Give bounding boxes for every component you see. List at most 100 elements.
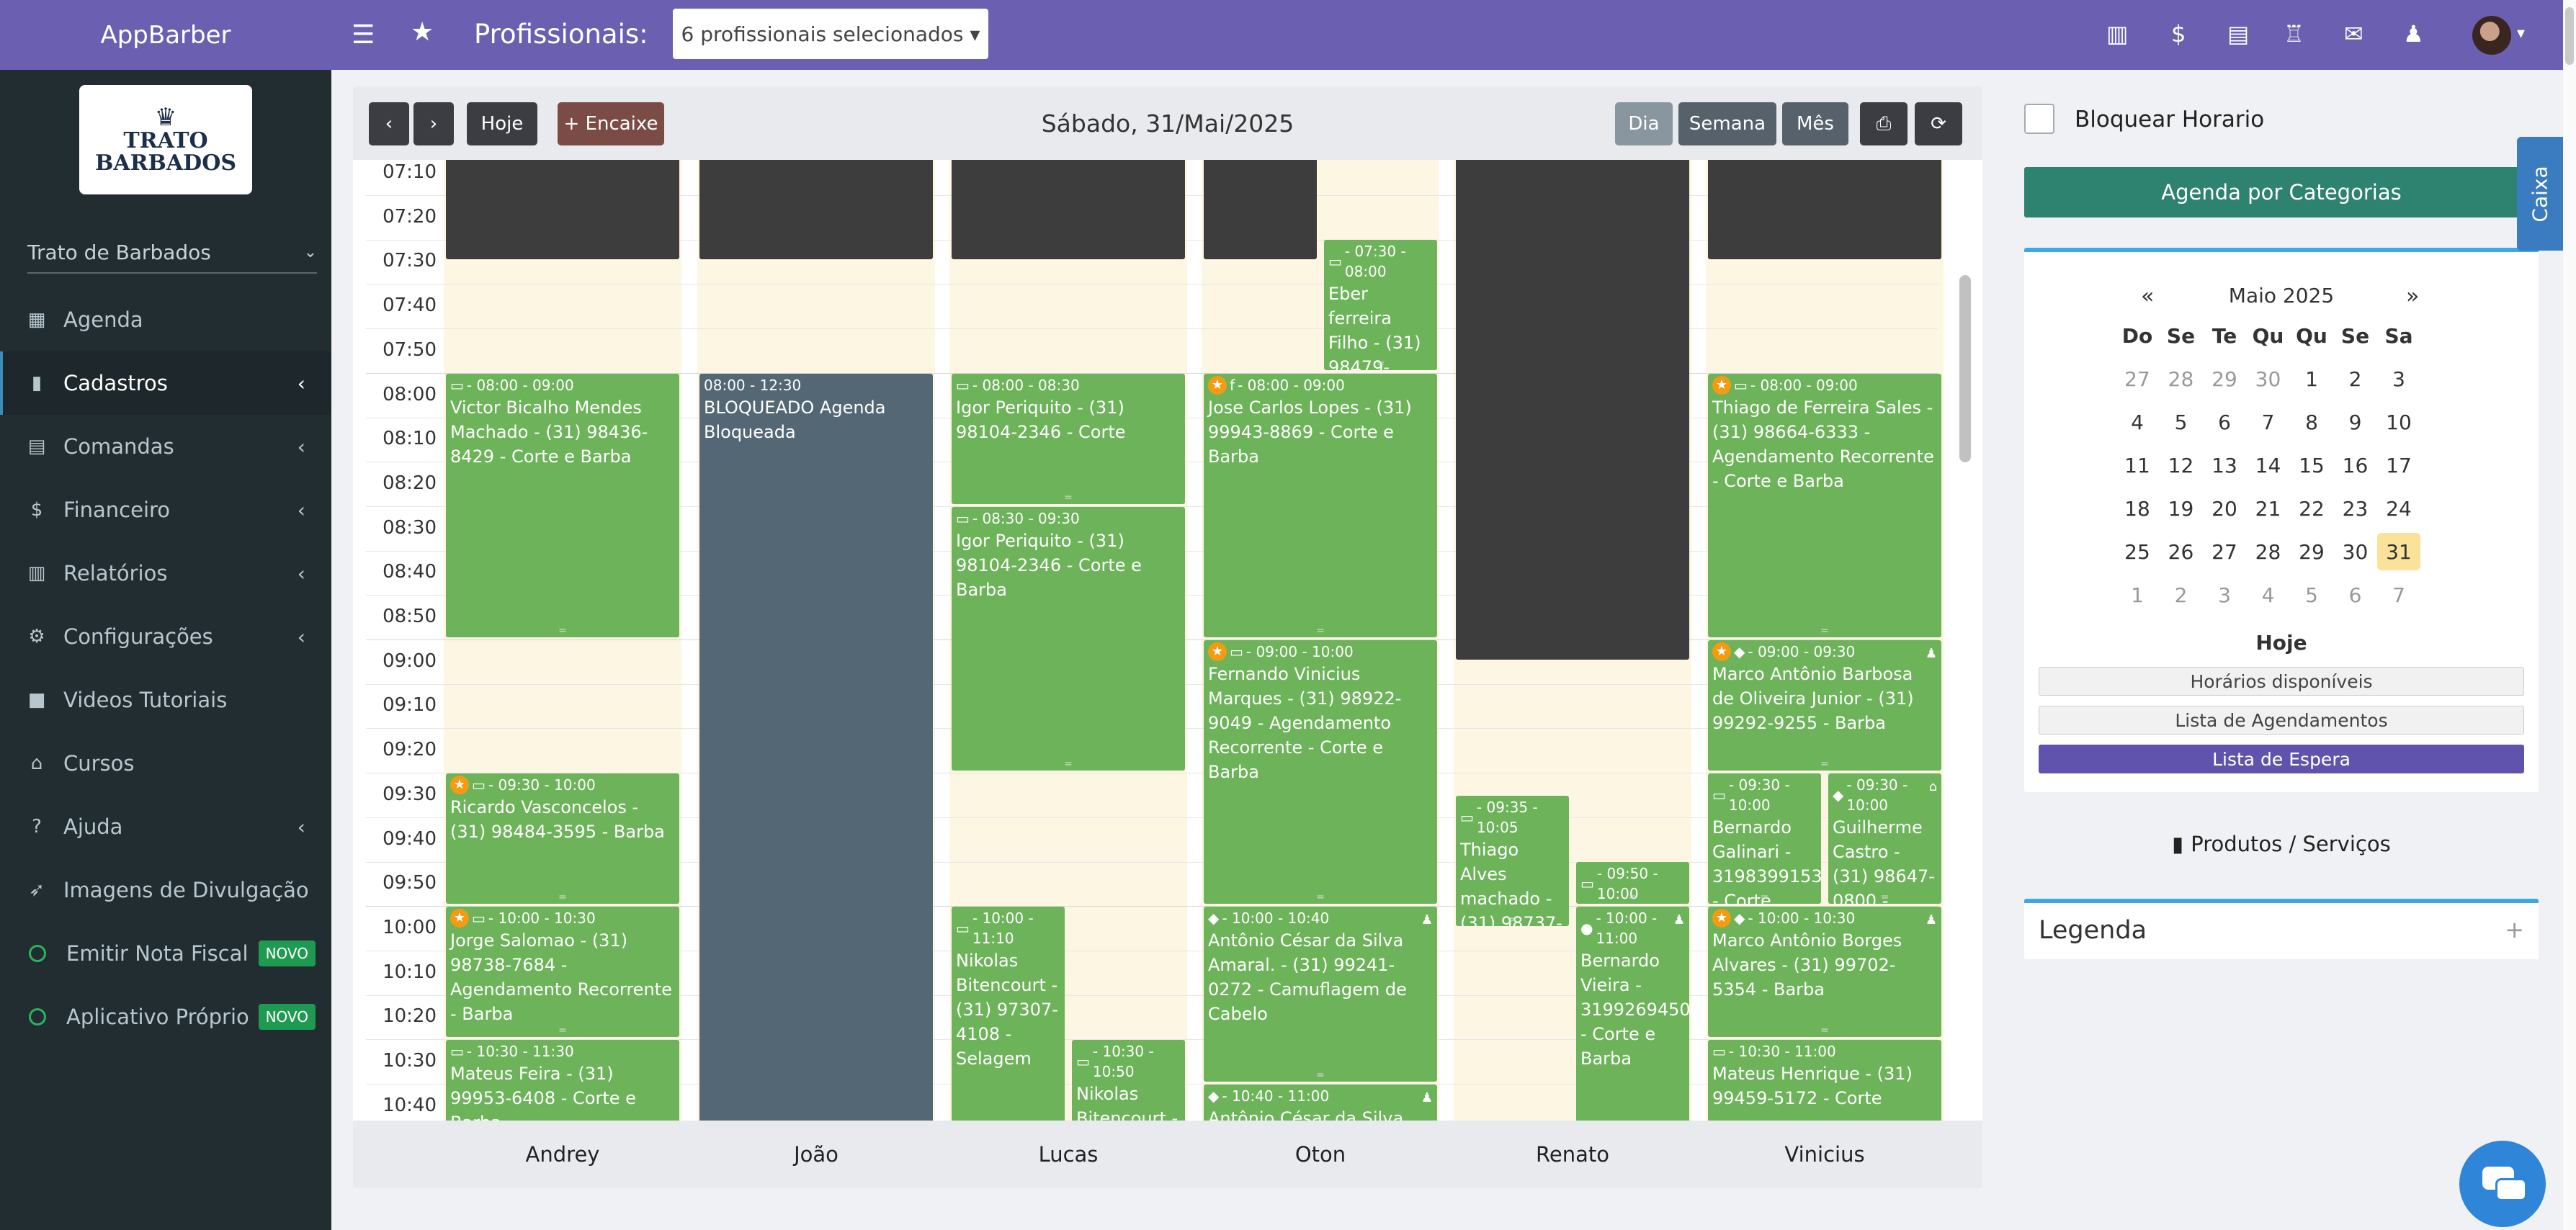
mini-calendar-next[interactable]: » (2406, 284, 2419, 309)
mini-calendar-day[interactable]: 20 (2203, 490, 2246, 527)
sidebar-item-comandas[interactable]: ▤ Comandas ‹ (0, 415, 331, 478)
resize-handle[interactable]: = (1820, 1025, 1829, 1036)
company-selector[interactable]: Trato de Barbados ⌄ (27, 232, 317, 274)
mini-calendar-day[interactable]: 10 (2377, 403, 2420, 441)
resize-handle[interactable]: = (558, 626, 567, 636)
envelope-icon[interactable]: ✉ (2344, 20, 2363, 48)
resize-handle[interactable]: = (1316, 626, 1325, 636)
clipboard-icon[interactable]: ▤ (2227, 20, 2249, 48)
mini-calendar-day[interactable]: 9 (2334, 403, 2377, 441)
appointment-event[interactable]: ◆ - 10:00 - 10:40 Antônio César da Silva A… (1204, 906, 1437, 1082)
mini-calendar-day[interactable]: 7 (2247, 403, 2290, 441)
sidebar-item-cadastros[interactable]: ▮ Cadastros ‹ (0, 351, 331, 415)
app-brand[interactable]: AppBarber (0, 0, 331, 70)
mini-calendar-day[interactable]: 27 (2116, 360, 2159, 398)
mini-calendar-day[interactable]: 15 (2290, 446, 2333, 484)
mini-calendar-day[interactable]: 7 (2377, 576, 2420, 614)
mini-calendar-day[interactable]: 13 (2203, 446, 2246, 484)
sidebar-item-cursos[interactable]: ⌂ Cursos (0, 732, 331, 795)
resize-handle[interactable]: = (558, 1025, 567, 1036)
appointment-event[interactable]: ▭ - 07:30 - 08:00 Eber ferreira Filho - (3… (1324, 240, 1437, 371)
mini-calendar-day[interactable]: 26 (2160, 533, 2203, 570)
available-times-button[interactable]: Horários disponíveis (2039, 667, 2524, 696)
mini-calendar-day[interactable]: 6 (2334, 576, 2377, 614)
print-icon[interactable]: ⎙ (1860, 102, 1908, 145)
chevron-down-icon[interactable]: ▾ (2517, 24, 2525, 42)
resize-handle[interactable]: = (1377, 359, 1385, 369)
dollar-icon[interactable]: $ (2171, 20, 2186, 48)
sidebar-item-aplicativo-pr-prio[interactable]: Aplicativo Próprio NOVO (0, 985, 331, 1049)
blocked-time-slot[interactable] (446, 160, 679, 260)
resize-handle[interactable]: = (1316, 892, 1325, 902)
blocked-time-slot[interactable] (952, 160, 1185, 260)
resize-handle[interactable]: = (1316, 1070, 1325, 1080)
sidebar-item-videos-tutoriais[interactable]: ■ Videos Tutoriais (0, 668, 331, 732)
view-day-button[interactable]: Dia (1615, 102, 1673, 145)
calendar-scrollbar[interactable] (1959, 275, 1971, 462)
resize-handle[interactable]: = (1508, 915, 1517, 925)
sidebar-item-ajuda[interactable]: ? Ajuda ‹ (0, 795, 331, 858)
blocked-time-slot[interactable] (1708, 160, 1941, 260)
view-week-button[interactable]: Semana (1678, 102, 1776, 145)
caixa-tab[interactable]: Caixa (2517, 137, 2563, 251)
mini-calendar-day[interactable]: 16 (2334, 446, 2377, 484)
user-avatar[interactable] (2472, 16, 2511, 55)
mini-calendar-day[interactable]: 24 (2377, 490, 2420, 527)
favorite-star-icon[interactable]: ★ (411, 17, 434, 47)
hamburger-menu-icon[interactable]: ☰ (352, 20, 375, 50)
mini-calendar-day[interactable]: 5 (2290, 576, 2333, 614)
resize-handle[interactable]: = (1761, 892, 1769, 902)
mini-calendar-day[interactable]: 28 (2247, 533, 2290, 570)
mini-calendar-day[interactable]: 30 (2247, 360, 2290, 398)
sidebar-item-financeiro[interactable]: $ Financeiro ‹ (0, 478, 331, 542)
waiting-list-button[interactable]: Lista de Espera (2039, 745, 2524, 773)
resize-handle[interactable]: = (1881, 892, 1889, 902)
mini-calendar-day[interactable]: 22 (2290, 490, 2333, 527)
appointment-event[interactable]: ▭ - 08:30 - 09:30 Igor Periquito - (31) 98… (952, 506, 1185, 771)
mini-calendar-day[interactable]: 30 (2334, 533, 2377, 570)
resize-handle[interactable]: = (1820, 626, 1829, 636)
user-icon[interactable]: ♟ (2403, 20, 2424, 48)
blocked-agenda-event[interactable]: 08:00 - 12:30 BLOQUEADO Agenda Bloqueada (699, 373, 933, 1171)
sidebar-item-agenda[interactable]: ▦ Agenda (0, 288, 331, 351)
mini-calendar-day[interactable]: 28 (2160, 360, 2203, 398)
mini-calendar-day[interactable]: 29 (2203, 360, 2246, 398)
blocked-time-slot[interactable] (1456, 160, 1689, 660)
agenda-by-categories-button[interactable]: Agenda por Categorias (2024, 167, 2539, 217)
page-scrollbar[interactable] (2563, 0, 2576, 1230)
barcode-icon[interactable]: ▥ (2106, 20, 2128, 48)
mini-calendar-day[interactable]: 21 (2247, 490, 2290, 527)
appointment-event[interactable]: ◆ - 09:30 - 10:00 Guilherme Castro - (31) … (1828, 773, 1941, 904)
appointment-event[interactable]: ★ ▭ - 09:30 - 10:00 Ricardo Vasconcelos - (… (446, 773, 679, 904)
mini-calendar-day[interactable]: 5 (2160, 403, 2203, 441)
appointment-event[interactable]: ▭ - 08:00 - 09:00 Victor Bicalho Mendes Ma… (446, 373, 679, 637)
mini-calendar-day[interactable]: 19 (2160, 490, 2203, 527)
mini-calendar-day[interactable]: 4 (2116, 403, 2159, 441)
mini-calendar-day[interactable]: 12 (2160, 446, 2203, 484)
plus-icon[interactable]: + (2505, 916, 2524, 943)
resize-handle[interactable]: = (1629, 892, 1637, 902)
resize-handle[interactable]: = (1064, 759, 1073, 769)
mini-calendar-day[interactable]: 27 (2203, 533, 2246, 570)
mini-calendar-day[interactable]: 6 (2203, 403, 2246, 441)
appointment-event[interactable]: ▭ - 09:35 - 10:05 Thiago Alves machado - (… (1456, 795, 1569, 926)
mini-calendar-selected-day[interactable]: 31 (2377, 533, 2420, 570)
appointment-event[interactable]: ★ ◆ - 10:00 - 10:30 Marco Antônio Borges Al… (1708, 906, 1941, 1037)
resize-handle[interactable]: = (1064, 493, 1073, 503)
professionals-select[interactable]: 6 profissionais selecionados ▾ (673, 9, 988, 59)
mini-calendar-day[interactable]: 2 (2334, 360, 2377, 398)
block-schedule-checkbox[interactable] (2024, 104, 2054, 134)
appointment-event[interactable]: ▭ - 09:30 - 10:00 Bernardo Galinari - 3198… (1708, 773, 1821, 904)
mini-calendar-day[interactable]: 29 (2290, 533, 2333, 570)
mini-calendar-day[interactable]: 17 (2377, 446, 2420, 484)
birthday-cake-icon[interactable]: ♖ (2284, 20, 2304, 48)
mini-calendar-today[interactable]: Hoje (2024, 631, 2539, 655)
page-scrollbar-thumb[interactable] (2565, 7, 2574, 65)
appointment-event[interactable]: ★ ▭ - 10:00 - 10:30 Jorge Salomao - (31) 98… (446, 906, 679, 1037)
sidebar-item-emitir-nota-fiscal[interactable]: Emitir Nota Fiscal NOVO (0, 922, 331, 985)
mini-calendar-day[interactable]: 4 (2247, 576, 2290, 614)
appointment-event[interactable]: ★ ▭ - 08:00 - 09:00 Thiago de Ferreira Sale… (1708, 373, 1941, 637)
appointment-event[interactable]: ▭- 09:50 - 10:00Thiago Alves= (1576, 862, 1689, 904)
appointment-event[interactable]: ★ ▭ - 09:00 - 10:00 Fernando Vinicius Marqu… (1204, 639, 1437, 904)
sidebar-item-relat-rios[interactable]: ▥ Relatórios ‹ (0, 542, 331, 605)
